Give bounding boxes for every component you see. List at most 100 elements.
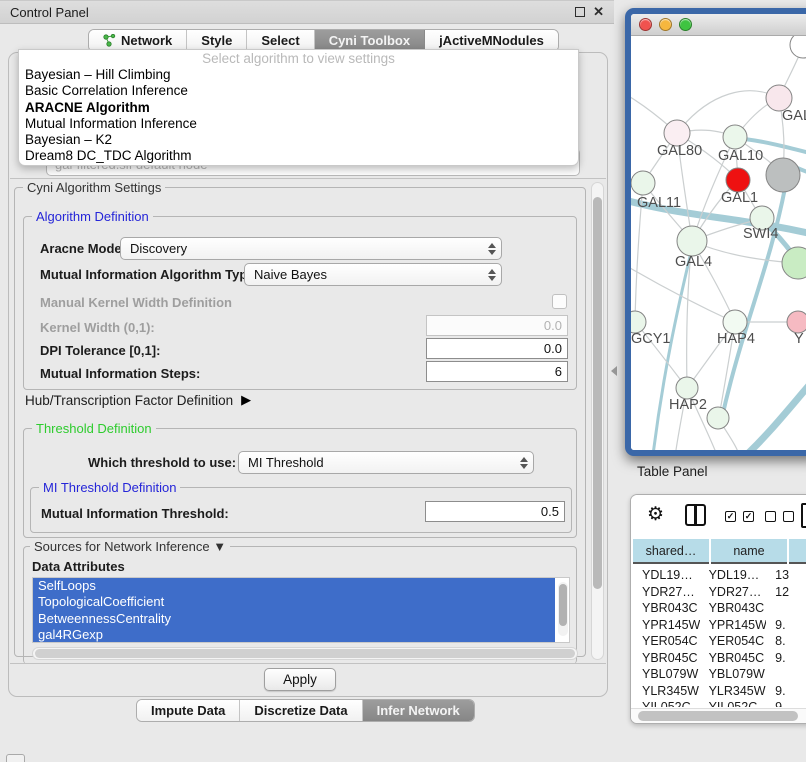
tab-network[interactable]: Network	[89, 30, 187, 51]
algorithm-option[interactable]: Dream8 DC_TDC Algorithm	[19, 148, 578, 164]
deselect-all-checkbox-icon[interactable]	[765, 511, 776, 522]
table-cell: 9.	[766, 650, 806, 667]
table-cell: 12	[766, 584, 806, 601]
minimized-panel-icon[interactable]	[6, 754, 25, 762]
select-all-checkbox-icon[interactable]: ✓	[725, 511, 736, 522]
tab-cyni-toolbox[interactable]: Cyni Toolbox	[315, 30, 425, 51]
tab-infer-network[interactable]: Infer Network	[363, 700, 474, 721]
cyni-settings-legend: Cyni Algorithm Settings	[23, 180, 165, 195]
which-threshold-select[interactable]: MI Threshold	[238, 451, 534, 474]
table-cell: YBL079W	[700, 666, 767, 683]
minimize-window-icon[interactable]	[659, 18, 672, 31]
table-hscrollbar-thumb[interactable]	[638, 711, 798, 721]
algorithm-option[interactable]: Mutual Information Inference	[19, 116, 578, 132]
table-cell: 8.	[766, 633, 806, 650]
table-cell: YDL19…	[633, 567, 700, 584]
hub-definition-toggle[interactable]: Hub/Transcription Factor Definition ▶	[25, 392, 251, 408]
table-column-header[interactable]: A	[789, 539, 806, 564]
data-attributes-list: SelfLoopsTopologicalCoefficientBetweenne…	[32, 577, 570, 643]
network-node[interactable]	[766, 158, 800, 192]
network-node-label: Y	[794, 331, 804, 347]
algorithm-dropdown-placeholder: Select algorithm to view settings	[19, 50, 578, 67]
kernel-width-input[interactable]	[426, 315, 568, 336]
network-node-label: GAL10	[718, 148, 763, 164]
data-attributes-label: Data Attributes	[32, 559, 125, 574]
mi-algorithm-type-label: Mutual Information Algorithm Type:	[40, 267, 259, 282]
settings-scrollbar[interactable]	[591, 182, 604, 660]
aracne-mode-select[interactable]: Discovery	[120, 237, 502, 260]
tab-jactivemnodules[interactable]: jActiveMNodules	[425, 30, 558, 51]
table-header-row: shared…nameA	[633, 539, 806, 564]
dpi-tolerance-input[interactable]	[426, 338, 568, 359]
table-row[interactable]: YIL052CYIL052C9	[633, 699, 806, 707]
network-node-gal10[interactable]	[723, 125, 747, 149]
data-attribute-item-selected[interactable]: gal4RGexp	[33, 627, 555, 643]
table-column-header[interactable]: shared…	[633, 539, 709, 564]
tab-discretize-data[interactable]: Discretize Data	[240, 700, 362, 721]
mi-steps-input[interactable]	[426, 361, 568, 382]
network-edge-thick[interactable]	[741, 363, 806, 450]
table-hscrollbar[interactable]	[631, 708, 806, 723]
mi-algorithm-type-select[interactable]: Naive Bayes	[244, 263, 502, 286]
algorithm-option[interactable]: Bayesian – K2	[19, 132, 578, 148]
tab-style[interactable]: Style	[187, 30, 247, 51]
float-panel-icon[interactable]	[575, 7, 585, 17]
attributes-hscrollbar[interactable]	[32, 647, 578, 660]
table-row[interactable]: YPR145WYPR145W9.	[633, 617, 806, 634]
manual-kernel-width-checkbox[interactable]	[552, 294, 567, 309]
tab-network-label: Network	[121, 33, 172, 48]
network-node[interactable]	[790, 36, 806, 58]
cyni-settings-group: Cyni Algorithm Settings Algorithm Defini…	[14, 187, 586, 657]
cyni-mode-tab-bar: Impute Data Discretize Data Infer Networ…	[136, 699, 475, 722]
tab-impute-data[interactable]: Impute Data	[137, 700, 240, 721]
algorithm-option[interactable]: Basic Correlation Inference	[19, 83, 578, 99]
table-row[interactable]: YLR345WYLR345W9.	[633, 683, 806, 700]
close-icon[interactable]: ✕	[593, 7, 604, 17]
select-all-checkbox-icon[interactable]: ✓	[743, 511, 754, 522]
aracne-mode-label: Aracne Mode:	[40, 241, 126, 256]
close-window-icon[interactable]	[639, 18, 652, 31]
data-attribute-item-selected[interactable]: SelfLoops	[33, 578, 555, 594]
manual-kernel-width-label: Manual Kernel Width Definition	[40, 295, 232, 310]
table-cell: YDR27…	[700, 584, 767, 601]
settings-scrollbar-thumb[interactable]	[593, 197, 602, 589]
zoom-window-icon[interactable]	[679, 18, 692, 31]
table-row[interactable]: YDL19…YDL19…13	[633, 567, 806, 584]
table-row[interactable]: YER054CYER054C8.	[633, 633, 806, 650]
deselect-all-checkbox-icon[interactable]	[783, 511, 794, 522]
network-node[interactable]	[707, 407, 729, 429]
table-row[interactable]: YBR043CYBR043C	[633, 600, 806, 617]
tab-select[interactable]: Select	[247, 30, 314, 51]
export-table-icon[interactable]	[801, 503, 806, 528]
columns-icon[interactable]	[685, 504, 706, 526]
network-node[interactable]	[782, 247, 806, 279]
stepper-icon	[485, 243, 499, 255]
apply-button[interactable]: Apply	[264, 668, 336, 691]
algorithm-option[interactable]: ARACNE Algorithm	[19, 100, 578, 116]
attributes-scrollbar[interactable]	[558, 582, 568, 636]
network-node-hap2[interactable]	[676, 377, 698, 399]
sources-legend[interactable]: Sources for Network Inference ▼	[30, 539, 230, 554]
threshold-definition-group: Threshold Definition Which threshold to …	[23, 428, 577, 538]
network-node-gal4[interactable]	[677, 226, 707, 256]
table-column-header[interactable]: name	[711, 539, 787, 564]
mi-threshold-input[interactable]	[425, 501, 565, 522]
network-node-gal11[interactable]	[631, 171, 655, 195]
threshold-definition-legend: Threshold Definition	[32, 421, 156, 436]
network-canvas[interactable]: GALGAL80GAL10GAL1GAL11SWI4GAL4GCY1HAP4YH…	[631, 36, 806, 450]
network-node-label: GCY1	[631, 331, 671, 347]
gear-icon[interactable]: ⚙	[647, 503, 664, 526]
network-node-gal1[interactable]	[726, 168, 750, 192]
network-node-gcy1[interactable]	[631, 311, 646, 333]
table-row[interactable]: YBL079WYBL079W	[633, 666, 806, 683]
data-attribute-item-selected[interactable]: TopologicalCoefficient	[33, 594, 555, 610]
panel-splitter-handle[interactable]	[611, 366, 617, 376]
table-cell: 9.	[766, 683, 806, 700]
table-cell: YBL079W	[633, 666, 700, 683]
table-row[interactable]: YDR27…YDR27…12	[633, 584, 806, 601]
table-row[interactable]: YBR045CYBR045C9.	[633, 650, 806, 667]
sources-group: Sources for Network Inference ▼ Data Att…	[23, 546, 577, 664]
network-node-y[interactable]	[787, 311, 806, 333]
data-attribute-item-selected[interactable]: BetweennessCentrality	[33, 611, 555, 627]
algorithm-option[interactable]: Bayesian – Hill Climbing	[19, 67, 578, 83]
